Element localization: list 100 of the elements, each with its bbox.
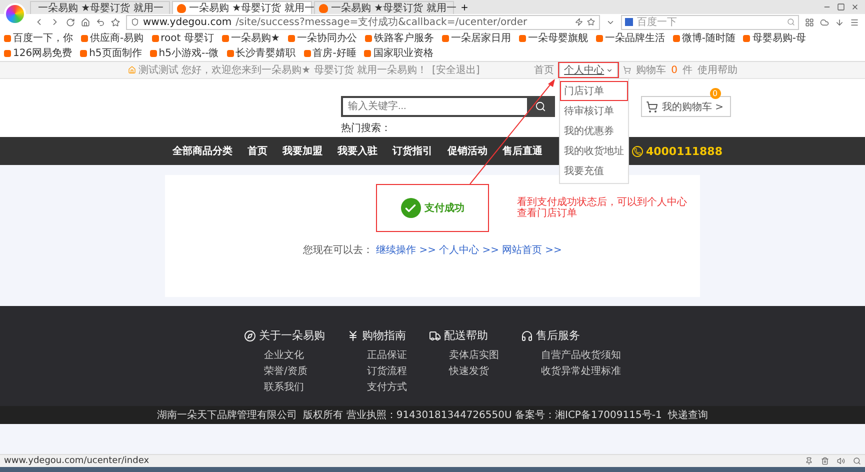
- star-icon[interactable]: [587, 18, 595, 26]
- download-icon[interactable]: [835, 18, 844, 26]
- menu-icon[interactable]: [850, 18, 859, 26]
- bookmark-icon: [222, 34, 229, 42]
- yen-icon: [347, 330, 359, 342]
- url-host: www.ydegou.com: [143, 16, 232, 28]
- undo-icon[interactable]: [96, 18, 105, 26]
- bookmark[interactable]: 一朵易购★: [222, 31, 280, 45]
- menu-item[interactable]: 待审核订单: [560, 101, 628, 121]
- reload-icon[interactable]: [66, 18, 75, 26]
- hot-search-label: 热门搜索：: [341, 122, 391, 135]
- zoom-icon[interactable]: [853, 457, 861, 465]
- footer-link[interactable]: 联系我们: [244, 380, 325, 394]
- bookmark[interactable]: 国家职业资格: [364, 46, 434, 60]
- browser-tab[interactable]: 一朵易购 ★母婴订货 就用一: [314, 1, 454, 14]
- browser-tab[interactable]: 一朵易购 ★母婴订货 就用一: [30, 1, 170, 14]
- nav-link[interactable]: 订货指引: [392, 144, 432, 158]
- success-message: 支付成功: [424, 202, 464, 215]
- address-bar[interactable]: www.ydegou.com /site/success?message=支付成功&callback=/ucenter/order: [126, 14, 600, 30]
- bookmark[interactable]: 母婴易购-母: [743, 31, 806, 45]
- status-url: www.ydegou.com/ucenter/index: [4, 456, 150, 466]
- bookmark-icon: [150, 50, 157, 56]
- menu-item[interactable]: 我的收货地址: [560, 141, 628, 161]
- home-icon[interactable]: [81, 18, 90, 26]
- cart-unit: 件: [682, 64, 692, 77]
- footer-link[interactable]: 卖体店实图: [429, 348, 499, 362]
- browser-tab[interactable]: 一朵易购 ★母婴订货 就用一: [172, 1, 312, 14]
- annotation-text: 看到支付成功状态后，可以到个人中心查看门店订单: [516, 196, 688, 220]
- nav-link[interactable]: 促销活动: [448, 144, 488, 158]
- bookmark-icon: [518, 34, 526, 42]
- cart-button[interactable]: 我的购物车 >: [641, 96, 731, 117]
- site-icon: [319, 4, 328, 12]
- search-engine-icon: [625, 18, 633, 26]
- bookmark[interactable]: 126网易免费: [4, 46, 72, 60]
- nav-link[interactable]: 首页: [248, 144, 268, 158]
- footer-link[interactable]: 收货异常处理标准: [521, 364, 621, 378]
- prompt-text: 您现在可以去：: [303, 244, 374, 257]
- pin-icon[interactable]: [805, 457, 813, 465]
- trash-icon[interactable]: [821, 457, 829, 465]
- footer-link[interactable]: 荣誉/资质: [244, 364, 325, 378]
- nav-link[interactable]: 我要加盟: [282, 144, 322, 158]
- bookmark[interactable]: 一朵协同办公: [288, 31, 357, 45]
- nav-link[interactable]: 售后直通: [502, 144, 542, 158]
- footer-heading: 售后服务: [521, 328, 621, 343]
- search-button[interactable]: [527, 98, 553, 115]
- search-field[interactable]: 输入关键字...: [341, 96, 555, 117]
- check-icon: [400, 198, 420, 218]
- site-icon: [177, 4, 186, 12]
- bookmark[interactable]: 百度一下，你: [4, 31, 73, 45]
- greeting-text: 测试测试 您好，欢迎您来到一朵易购★ 母婴订货 就用一朵易购！: [138, 64, 428, 77]
- url-path: /site/success?message=支付成功&callback=/ucenter/order: [236, 16, 528, 29]
- bookmark-icon: [4, 34, 11, 42]
- bookmark[interactable]: h5小游戏--微: [150, 46, 219, 60]
- apps-icon[interactable]: [805, 18, 814, 26]
- bookmark-icon: [226, 50, 234, 56]
- menu-item[interactable]: 我要充值: [560, 161, 628, 181]
- user-center-menu[interactable]: 个人中心: [559, 63, 618, 77]
- service-icon: [521, 330, 533, 342]
- copyright-text: 湖南一朵天下品牌管理有限公司 版权所有 营业执照：91430181344726550U 备案号：湘ICP备17009115号-1 快递查询: [0, 406, 865, 424]
- footer-heading: 配送帮助: [429, 328, 499, 343]
- cart-count: 0: [671, 64, 678, 76]
- footer-link[interactable]: 快速发货: [429, 364, 499, 378]
- phone-icon: [632, 146, 643, 156]
- cloud-icon[interactable]: [820, 18, 829, 26]
- bookmark[interactable]: h5页面制作: [80, 46, 142, 60]
- bookmark-icon: [672, 34, 680, 42]
- bookmark[interactable]: 铁路客户服务: [364, 31, 434, 45]
- new-tab-icon[interactable]: [460, 2, 469, 12]
- footer-link[interactable]: 自营产品收货须知: [521, 348, 621, 362]
- bookmark[interactable]: 一朵母婴旗舰: [518, 31, 588, 45]
- bookmark-icon: [596, 34, 603, 42]
- bookmark[interactable]: 首房-好睡: [304, 46, 356, 60]
- footer-link[interactable]: 支付方式: [347, 380, 407, 394]
- menu-item[interactable]: 我的优惠券: [560, 121, 628, 141]
- nav-link[interactable]: 我要入驻: [338, 144, 378, 158]
- close-icon[interactable]: [851, 3, 859, 11]
- bookmark[interactable]: 长沙青婴婧职: [226, 46, 296, 60]
- result-link[interactable]: 网站首页 >>: [502, 243, 562, 257]
- bookmark[interactable]: 一朵居家日用: [442, 31, 511, 45]
- result-link[interactable]: 继续操作 >>: [376, 243, 436, 257]
- phone-number: 4000111888: [646, 144, 722, 158]
- result-link[interactable]: 个人中心 >>: [439, 243, 499, 257]
- footer-link[interactable]: 正品保证: [347, 348, 407, 362]
- menu-item[interactable]: 门店订单: [560, 81, 628, 101]
- cart-icon: [646, 100, 658, 112]
- volume-icon[interactable]: [837, 457, 845, 465]
- bookmark[interactable]: 微博-随时随: [672, 31, 736, 45]
- bookmark-icon: [364, 34, 372, 42]
- category-menu[interactable]: 全部商品分类: [172, 144, 232, 158]
- bookmark[interactable]: 一朵品牌生活: [596, 31, 665, 45]
- lightning-icon: [575, 18, 583, 26]
- bookmark[interactable]: root 母婴订: [152, 31, 214, 45]
- bookmark-icon: [152, 34, 159, 42]
- maximize-icon[interactable]: [837, 3, 845, 11]
- footer-heading: 购物指南: [347, 328, 407, 343]
- bookmark[interactable]: 供应商-易购: [81, 31, 144, 45]
- bookmark-icon: [743, 34, 750, 42]
- footer-link[interactable]: 企业文化: [244, 348, 325, 362]
- footer-link[interactable]: 订货流程: [347, 364, 407, 378]
- star-icon[interactable]: [111, 18, 120, 26]
